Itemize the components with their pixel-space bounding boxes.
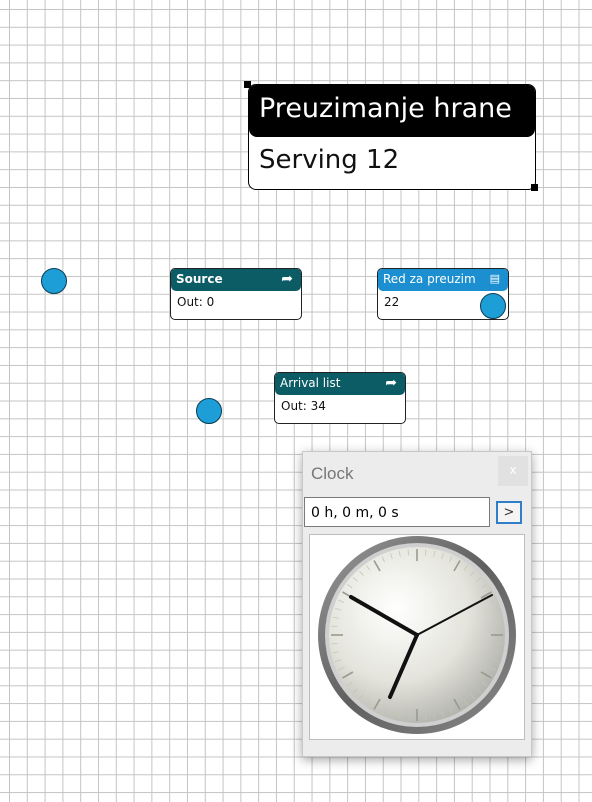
queue-block-header: Red za preuzim ▤ [378,269,508,291]
source-block[interactable]: Source ➦ Out: 0 [170,268,302,320]
analog-clock-icon [318,536,516,734]
clock-go-button[interactable]: > [496,501,522,524]
title-box[interactable]: Preuzimanje hrane Serving 12 [248,84,536,190]
entity-dot[interactable] [41,268,67,294]
arrival-list-header: Arrival list ➦ [275,373,405,395]
source-block-title: Source [176,272,223,286]
resize-handle-top-left[interactable] [244,81,251,88]
clock-window-title: Clock [311,464,354,483]
title-box-subtitle: Serving 12 [259,145,400,175]
entity-dot[interactable] [480,293,506,319]
arrival-list-title: Arrival list [280,376,341,390]
route-arrow-icon: ➦ [385,375,397,391]
arrival-list-value: Out: 34 [281,399,326,413]
title-box-title: Preuzimanje hrane [249,85,535,137]
clock-face-panel [309,534,525,740]
queue-icon: ▤ [489,272,500,285]
entity-dot[interactable] [196,398,222,424]
arrival-list-block[interactable]: Arrival list ➦ Out: 34 [274,372,406,424]
source-block-header: Source ➦ [171,269,301,291]
route-arrow-icon: ➦ [281,271,293,287]
close-button[interactable]: x [498,456,528,486]
resize-handle-bottom-right[interactable] [531,184,538,191]
clock-time-field[interactable]: 0 h, 0 m, 0 s [304,497,490,527]
source-block-value: Out: 0 [177,295,215,309]
queue-block-title: Red za preuzim [383,272,476,286]
clock-window[interactable]: Clock x 0 h, 0 m, 0 s > [302,451,532,757]
